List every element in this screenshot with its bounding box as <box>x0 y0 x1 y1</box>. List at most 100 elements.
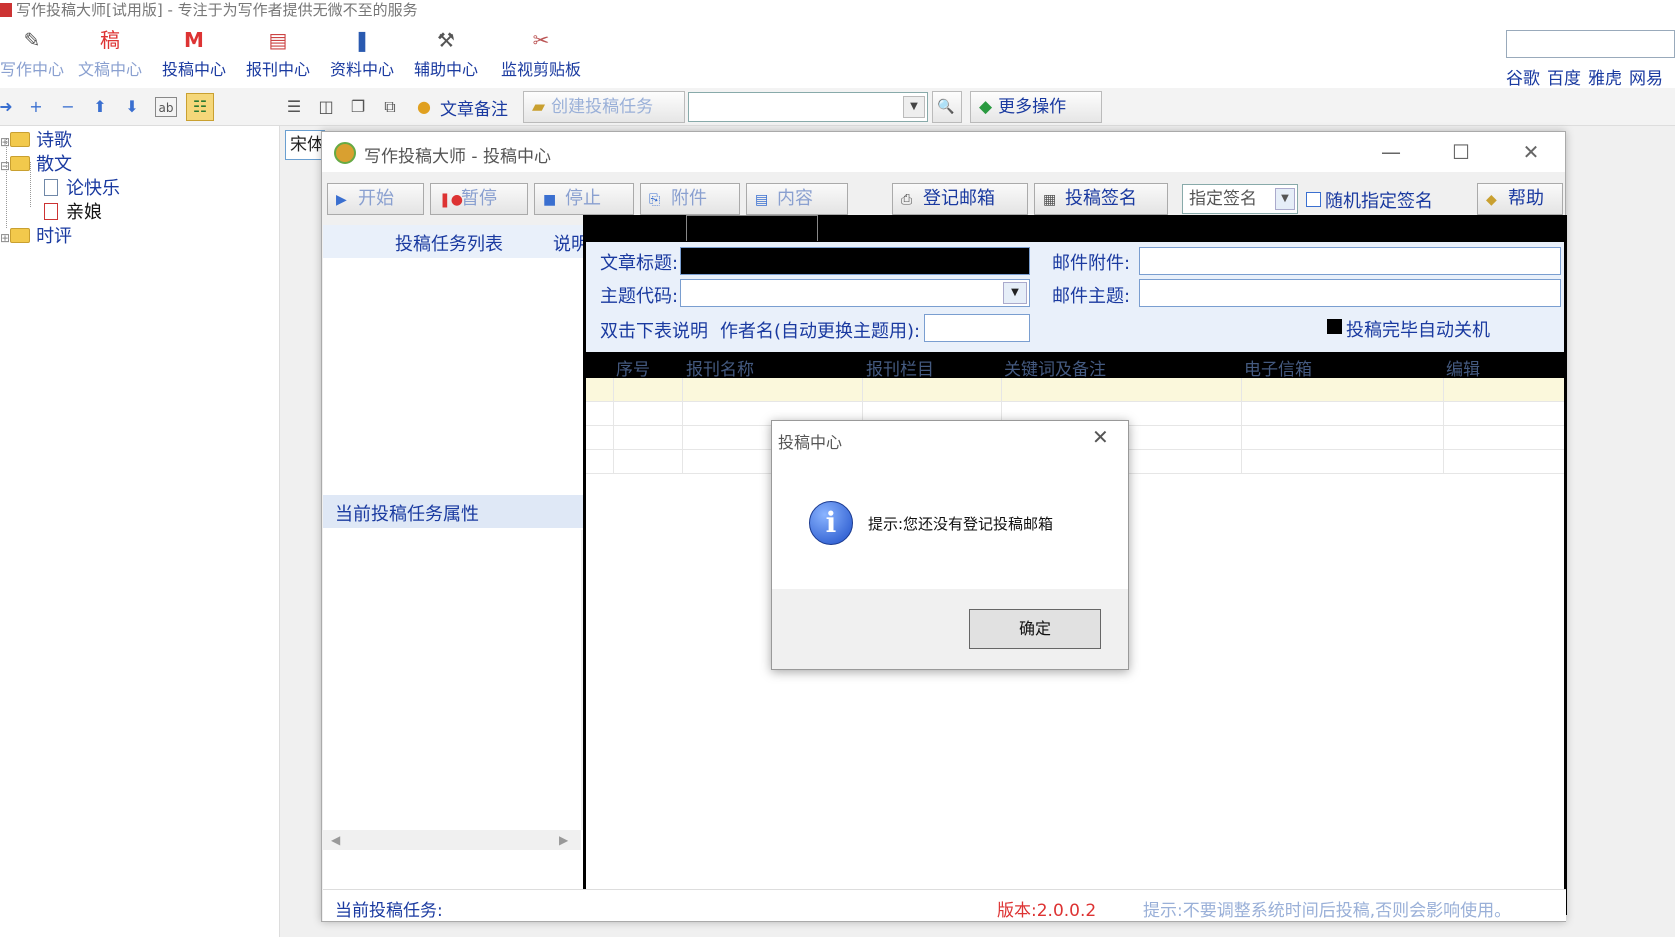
link-google[interactable]: 谷歌 <box>1506 69 1540 89</box>
minus-icon[interactable]: − <box>58 97 78 117</box>
split-horizontal-icon[interactable]: ☰ <box>284 97 304 117</box>
search-book-button[interactable]: 🔍 <box>932 91 962 123</box>
mail-attachment-field[interactable] <box>1139 247 1561 275</box>
ribbon-periodical-center-button[interactable]: ▤ 报刊中心 <box>242 28 314 84</box>
topic-code-label: 主题代码: <box>600 286 679 307</box>
table-row[interactable] <box>586 378 1564 402</box>
book-icon: ❚ <box>353 28 371 52</box>
article-title-field[interactable] <box>680 247 1030 275</box>
article-note-button[interactable]: 文章备注 <box>440 95 508 120</box>
split-vertical-icon[interactable]: ◫ <box>316 97 336 117</box>
task-properties-label: 当前投稿任务属性 <box>335 504 479 525</box>
tree-doc-lunkuaile[interactable]: 论快乐 <box>44 174 120 200</box>
link-yahoo[interactable]: 雅虎 <box>1588 69 1622 89</box>
checked-document-icon <box>44 203 58 220</box>
auto-shutdown-checkbox[interactable] <box>1327 319 1342 334</box>
periodical-icon: ▤ <box>268 28 288 52</box>
pause-button[interactable]: ❚●暂停 <box>430 183 528 215</box>
status-bar: 当前投稿任务: 版本:2.0.0.2 提示:不要调整系统时间后投稿,否则会影响使… <box>323 889 1566 921</box>
search-engine-links: 谷歌 百度 雅虎 网易 <box>1506 64 1670 89</box>
main-toolbar: ➜ + − ⬆ ⬇ ab ☷ ☰ ◫ ❐ ⧉ ● 文章备注 ▰ 创建投稿任务 ▼ … <box>0 88 1675 126</box>
app-logo-icon <box>334 142 356 164</box>
tile-icon[interactable]: ⧉ <box>380 97 400 117</box>
more-actions-button[interactable]: ◆ 更多操作 <box>970 91 1102 123</box>
close-icon[interactable]: ✕ <box>1092 425 1109 449</box>
tip-label: 提示:不要调整系统时间后投稿,否则会影响使用。 <box>1143 901 1512 921</box>
register-mailbox-button[interactable]: ⎙ 登记邮箱 <box>892 183 1028 215</box>
ribbon-writing-center-button[interactable]: ✎ 写作中心 <box>0 28 64 84</box>
task-combo[interactable]: ▼ <box>688 92 928 122</box>
author-name-field[interactable] <box>924 314 1030 342</box>
chevron-down-icon[interactable]: ▼ <box>903 96 925 118</box>
tools-icon: ⚒ <box>437 28 455 52</box>
properties-horizontal-scrollbar[interactable]: ◀ ▶ <box>323 830 581 850</box>
col-keywords[interactable]: 关键词及备注 <box>1004 355 1106 380</box>
link-baidu[interactable]: 百度 <box>1547 69 1581 89</box>
printer-icon: ⎙ <box>901 192 913 208</box>
move-down-icon[interactable]: ⬇ <box>122 97 142 117</box>
create-task-button[interactable]: ▰ 创建投稿任务 <box>523 91 685 123</box>
note-bubble-icon: ● <box>417 97 431 116</box>
chevron-down-icon[interactable]: ▼ <box>1003 282 1027 304</box>
task-properties-header: 当前投稿任务属性 <box>323 495 601 528</box>
cascade-icon[interactable]: ❐ <box>348 97 368 117</box>
font-select[interactable]: 宋体 <box>285 130 325 160</box>
ribbon-clipboard-monitor-button[interactable]: ✂ 监视剪贴板 <box>494 28 588 84</box>
col-periodical-section[interactable]: 报刊栏目 <box>866 355 934 380</box>
signature-card-icon: ▦ <box>1043 192 1057 208</box>
tree-doc-qinniang[interactable]: 亲娘 <box>44 198 102 224</box>
link-netease[interactable]: 网易 <box>1629 69 1663 89</box>
start-button[interactable]: ▶ 开始 <box>327 183 424 215</box>
chevron-down-icon[interactable]: ▼ <box>1275 188 1295 210</box>
detail-tab[interactable] <box>686 215 818 241</box>
col-index[interactable]: 序号 <box>616 355 650 380</box>
scroll-left-icon[interactable]: ◀ <box>331 833 340 847</box>
folder-icon <box>10 132 31 147</box>
play-icon: ▶ <box>336 192 347 208</box>
document-tree: ⊞ 诗歌 ⊟ 散文 论快乐 亲娘 ⊞ 时评 <box>0 126 280 937</box>
random-signature-label: 随机指定签名 <box>1325 191 1433 212</box>
attachment-button[interactable]: ⎘ 附件 <box>640 183 740 215</box>
col-edit[interactable]: 编辑 <box>1446 355 1480 380</box>
ribbon-assist-center-button[interactable]: ⚒ 辅助中心 <box>410 28 482 84</box>
random-signature-checkbox[interactable] <box>1306 192 1321 207</box>
close-icon[interactable]: ✕ <box>1516 138 1546 166</box>
message-text: 提示:您还没有登记投稿邮箱 <box>868 515 1054 533</box>
arrow-right-icon[interactable]: ➜ <box>0 97 16 117</box>
col-email[interactable]: 电子信箱 <box>1244 355 1312 380</box>
minimize-icon[interactable]: — <box>1376 138 1406 166</box>
tree-folder-poetry[interactable]: ⊞ 诗歌 <box>0 126 72 152</box>
ribbon-submission-center-button[interactable]: M 投稿中心 <box>158 28 230 84</box>
mail-subject-field[interactable] <box>1139 279 1561 307</box>
ribbon-resource-center-button[interactable]: ❚ 资料中心 <box>326 28 398 84</box>
help-book-icon: ◆ <box>1486 192 1497 208</box>
submission-signature-button[interactable]: ▦ 投稿签名 <box>1034 183 1168 215</box>
search-book-icon: 🔍 <box>937 99 955 115</box>
rename-icon[interactable]: ab <box>155 97 177 117</box>
paperclip-icon: ⎘ <box>649 192 661 208</box>
main-window-title: 写作投稿大师[试用版] - 专注于为写作者提供无微不至的服务 <box>0 0 1675 22</box>
help-button[interactable]: ◆ 帮助 <box>1477 183 1563 215</box>
scroll-right-icon[interactable]: ▶ <box>559 833 568 847</box>
move-up-icon[interactable]: ⬆ <box>90 97 110 117</box>
ok-button[interactable]: 确定 <box>969 609 1101 649</box>
plus-icon[interactable]: + <box>26 97 46 117</box>
main-ribbon: ✎ 写作中心 稿 文稿中心 M 投稿中心 ▤ 报刊中心 ❚ 资料中心 ⚒ 辅助中… <box>0 22 1675 89</box>
topic-code-select[interactable]: ▼ <box>680 279 1030 307</box>
tree-folder-commentary[interactable]: ⊞ 时评 <box>0 222 72 248</box>
signature-select[interactable]: 指定签名 ▼ <box>1182 184 1298 214</box>
stop-button[interactable]: ■ 停止 <box>534 183 634 215</box>
col-periodical-name[interactable]: 报刊名称 <box>686 355 754 380</box>
dblclick-explain-link[interactable]: 双击下表说明 <box>600 317 708 343</box>
message-box-title: 投稿中心 <box>778 433 843 452</box>
grid-header: 序号 报刊名称 报刊栏目 关键词及备注 电子信箱 编辑 <box>586 352 1564 380</box>
tree-folder-prose[interactable]: ⊟ 散文 <box>0 150 72 176</box>
auto-shutdown-label: 投稿完毕自动关机 <box>1346 320 1490 341</box>
window-title: 写作投稿大师 - 投稿中心 <box>364 147 551 167</box>
mail-subject-label: 邮件主题: <box>1052 286 1131 307</box>
web-search-input[interactable] <box>1506 30 1675 58</box>
document-view-icon[interactable]: ☷ <box>186 93 214 121</box>
content-button[interactable]: ▤ 内容 <box>746 183 848 215</box>
maximize-icon[interactable]: ☐ <box>1446 138 1476 166</box>
ribbon-manuscript-center-button[interactable]: 稿 文稿中心 <box>74 28 146 84</box>
